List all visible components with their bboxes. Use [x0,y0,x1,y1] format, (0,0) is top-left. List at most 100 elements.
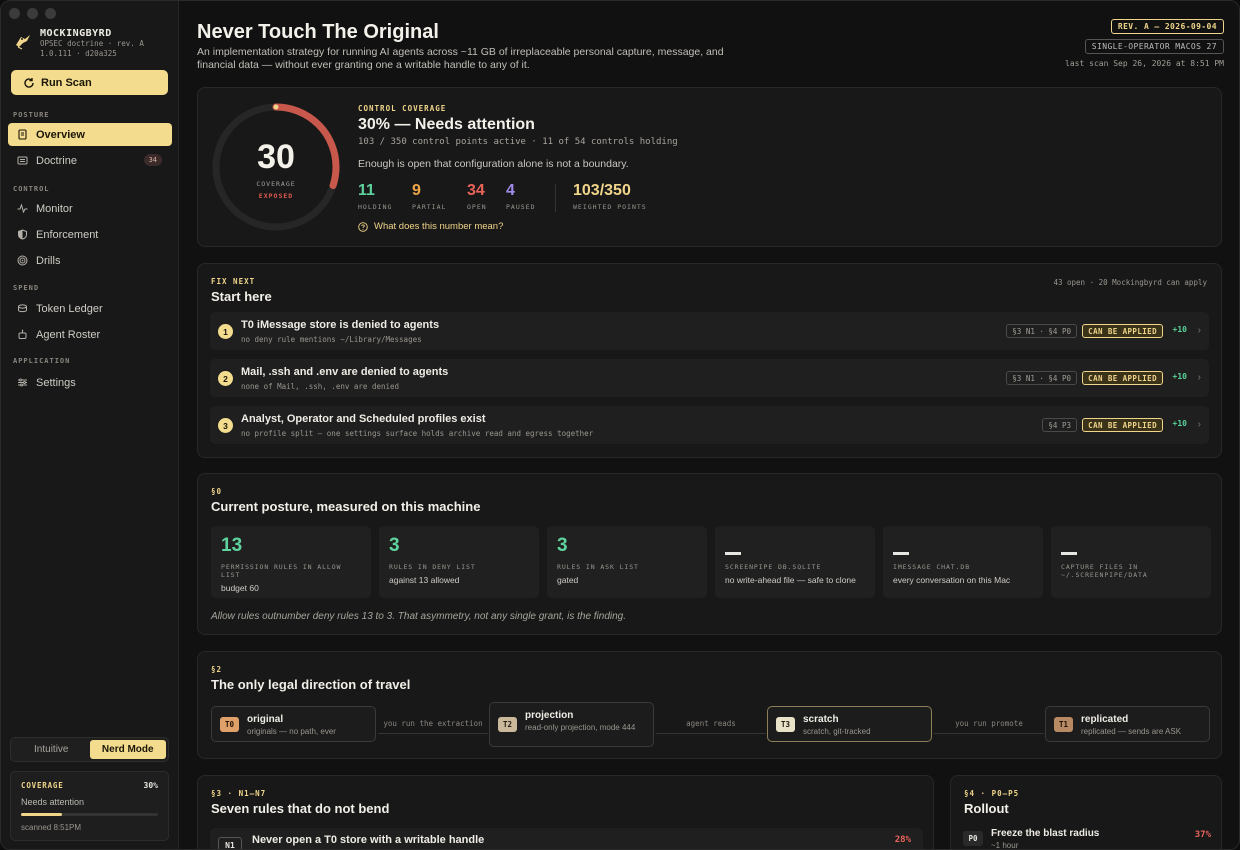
tier-t1[interactable]: T1 replicated replicated — sends are ASK [1045,706,1210,742]
posture-card: 3 RULES IN DENY LIST against 13 allowed [379,526,539,598]
tier-desc: replicated — sends are ASK [1081,727,1182,736]
fix-item[interactable]: 3 Analyst, Operator and Scheduled profil… [210,406,1209,444]
sidebar-coverage-bar-fill [21,813,63,816]
posture-card-label: SCREENPIPE DB.SQLITE [725,563,822,571]
mode-toggle: Intuitive Nerd Mode [10,737,169,762]
fix-next-title: Start here [211,289,272,304]
can-be-applied-badge[interactable]: CAN BE APPLIED [1082,418,1163,432]
zoom-window-button[interactable] [45,8,56,19]
sidebar-item-doctrine[interactable]: Doctrine 34 [8,149,172,172]
rules-panel: §3 · N1–N7 Seven rules that do not bend … [197,775,934,849]
sidebar-item-label: Monitor [36,202,73,215]
main-content: Never Touch The Original An implementati… [180,1,1239,850]
tier-badge: T3 [776,717,795,732]
sidebar-item-monitor[interactable]: Monitor [8,197,172,220]
posture-card: 13 PERMISSION RULES IN ALLOW LIST budget… [211,526,371,598]
rule-item[interactable]: N1 Never open a T0 store with a writable… [210,828,923,849]
stat-paused-value: 4 [506,182,515,199]
chevron-right-icon[interactable]: › [1198,325,1201,336]
window-controls [9,8,56,19]
page-subtitle: An implementation strategy for running A… [197,46,724,71]
coverage-help-link[interactable]: What does this number mean? [358,221,503,232]
empty-value-dash [725,552,741,555]
posture-card-label: CAPTURE FILES IN ~/.SCREENPIPE/DATA [1061,563,1148,579]
target-icon [17,255,28,266]
tier-t0[interactable]: T0 original originals — no path, ever [211,706,376,742]
stat-holding-value: 11 [358,182,375,199]
chevron-right-icon[interactable]: › [1198,372,1201,383]
posture-card-desc: budget 60 [221,583,259,593]
fix-item-title: T0 iMessage store is denied to agents [241,319,440,331]
sidebar-item-label: Enforcement [36,228,99,241]
fix-item-points: +10 [1172,325,1187,334]
sidebar-coverage-status: Needs attention [21,797,85,807]
rule-code: N1 [218,837,242,849]
sidebar-scanned-time: scanned 8:51PM [21,823,82,832]
app-version: 1.0.111 · d20a325 [40,49,117,58]
refresh-icon [24,77,34,88]
fix-item-points: +10 [1172,419,1187,428]
coverage-note: Enough is open that configuration alone … [358,158,629,170]
sidebar-item-overview[interactable]: Overview [8,123,172,146]
sliders-icon [18,378,27,387]
can-be-applied-badge[interactable]: CAN BE APPLIED [1082,324,1163,338]
fix-item[interactable]: 1 T0 iMessage store is denied to agents … [210,312,1209,350]
posture-panel: §0 Current posture, measured on this mac… [197,473,1222,635]
coverage-panel: 30 COVERAGE EXPOSED CONTROL COVERAGE 30%… [197,87,1222,247]
rule-percent: 28% [894,835,911,845]
sidebar-item-drills[interactable]: Drills [8,249,172,272]
shield-icon [18,229,27,240]
tier-t3[interactable]: T3 scratch scratch, git-tracked [767,706,932,742]
posture-card: IMESSAGE CHAT.DB every conversation on t… [883,526,1043,598]
rules-title: Seven rules that do not bend [211,801,390,816]
coverage-gauge-status: EXPOSED [258,192,294,200]
app-doctrine: OPSEC doctrine · rev. A [40,39,144,48]
sidebar-item-agent-roster[interactable]: Agent Roster [8,323,172,346]
fix-next-summary: 43 open · 20 Mockingbyrd can apply [1053,278,1207,287]
tier-t2[interactable]: T2 projection read-only projection, mode… [489,702,654,747]
revision-badge: REV. A — 2026-09-04 [1110,19,1224,34]
arrow-label: agent reads [686,719,736,728]
sidebar-coverage-title: COVERAGE [21,781,64,790]
arrow-line [934,733,1044,734]
fix-next-eyebrow: FIX NEXT [211,277,256,286]
coverage-detail: 103 / 350 control points active · 11 of … [358,137,678,147]
sidebar-coverage-card[interactable]: COVERAGE 30% Needs attention scanned 8:5… [10,771,169,841]
fix-item-section-tag: §3 N1 · §4 P0 [1006,371,1077,385]
sidebar-item-settings[interactable]: Settings [8,371,172,394]
nav-section-application: APPLICATION [13,357,71,365]
coverage-help-text: What does this number mean? [374,221,504,232]
rollout-item-duration: ~1 hour [991,841,1019,850]
fix-item-detail: no deny rule mentions ~/Library/Messages [241,335,422,344]
mode-nerd-button[interactable]: Nerd Mode [89,740,166,759]
sidebar-item-token-ledger[interactable]: Token Ledger [8,297,172,320]
chevron-right-icon[interactable]: › [1198,419,1201,430]
rollout-item[interactable]: P0 Freeze the blast radius ~1 hour 37% [963,828,1211,850]
run-scan-button[interactable]: Run Scan [11,70,168,95]
last-scan-time: last scan Sep 26, 2026 at 8:51 PM [1065,59,1224,68]
fix-item[interactable]: 2 Mail, .ssh and .env are denied to agen… [210,359,1209,397]
tier-desc: scratch, git-tracked [803,727,871,736]
run-scan-label: Run Scan [41,76,92,89]
fix-item-number: 3 [218,418,233,433]
tier-desc: originals — no path, ever [247,727,336,736]
sidebar-item-enforcement[interactable]: Enforcement [8,223,172,246]
mode-intuitive-button[interactable]: Intuitive [13,740,90,759]
sidebar-item-label: Token Ledger [36,302,103,315]
rollout-eyebrow: §4 · P0–P5 [964,789,1020,798]
pulse-icon [17,203,28,214]
close-window-button[interactable] [9,8,20,19]
tier-name: original [247,714,284,725]
can-be-applied-badge[interactable]: CAN BE APPLIED [1082,371,1163,385]
fix-item-title: Mail, .ssh and .env are denied to agents [241,366,449,378]
nav-section-spend: SPEND [13,284,40,292]
fix-next-panel: FIX NEXT Start here 43 open · 20 Mocking… [197,263,1222,458]
nav-section-control: CONTROL [13,185,50,193]
empty-value-dash [1061,552,1077,555]
rollout-percent: 37% [1194,830,1211,840]
sidebar-item-label: Drills [36,254,61,267]
rule-title: Never open a T0 store with a writable ha… [252,834,485,846]
posture-card-desc: no write-ahead file — safe to clone [725,575,856,585]
minimize-window-button[interactable] [27,8,38,19]
tier-name: scratch [803,714,839,725]
